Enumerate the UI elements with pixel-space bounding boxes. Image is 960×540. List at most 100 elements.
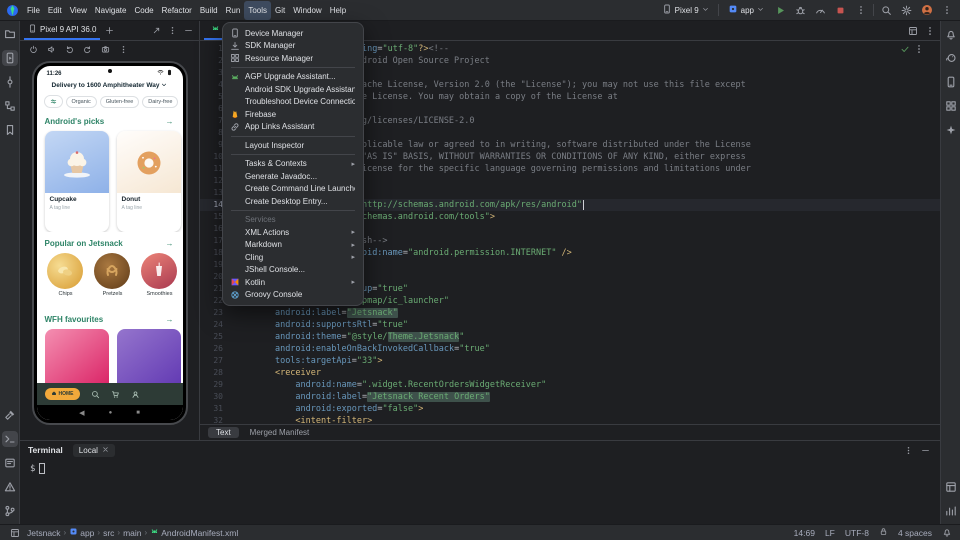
folder-icon[interactable] [2, 26, 18, 42]
close-terminal-tab-icon[interactable] [102, 446, 109, 455]
tools-menu-item-firebase[interactable]: Firebase [223, 108, 363, 121]
app-insights-icon[interactable] [943, 503, 959, 519]
code-line-27[interactable]: 27 tools:targetApi="33"> [200, 355, 940, 367]
tools-menu-item-troubleshoot-device-connections[interactable]: Troubleshoot Device Connections [223, 96, 363, 109]
notifications-icon[interactable] [943, 26, 959, 42]
menu-run[interactable]: Run [222, 1, 245, 20]
nav-back-button[interactable]: ◀ [79, 409, 84, 417]
wfh-card-2[interactable] [117, 329, 181, 383]
line-number[interactable]: 27 [200, 355, 230, 367]
problems-icon[interactable] [2, 479, 18, 495]
inspections-widget[interactable] [900, 44, 924, 58]
search-everywhere-button[interactable] [879, 3, 894, 18]
menu-build[interactable]: Build [196, 1, 222, 20]
tools-menu-item-xml-actions[interactable]: XML Actions▸ [223, 226, 363, 239]
code-line-31[interactable]: 31 android:exported="false"> [200, 403, 940, 415]
phone-screen[interactable]: 11:26 Delivery to 1600 Amphitheater Way … [37, 66, 183, 420]
resource-manager-icon[interactable] [943, 98, 959, 114]
tools-menu-item-sdk-manager[interactable]: SDK Manager [223, 40, 363, 53]
tools-menu-item-tasks-contexts[interactable]: Tasks & Contexts▸ [223, 158, 363, 171]
code-line-26[interactable]: 26 android:enableOnBackInvokedCallback="… [200, 343, 940, 355]
tools-menu-item-resource-manager[interactable]: Resource Manager [223, 52, 363, 65]
nav-search-icon[interactable] [91, 390, 100, 399]
view-tab-merged-manifest[interactable]: Merged Manifest [242, 427, 318, 438]
menu-git[interactable]: Git [271, 1, 289, 20]
editor-options-button[interactable] [923, 24, 936, 37]
section-arrow-icon[interactable]: → [166, 117, 174, 126]
line-number[interactable]: 30 [200, 391, 230, 403]
code-line-29[interactable]: 29 android:name=".widget.RecentOrdersWid… [200, 379, 940, 391]
line-number[interactable]: 26 [200, 343, 230, 355]
terminal-options-button[interactable] [902, 444, 915, 457]
snack-card-donut[interactable]: DonutA tag line [117, 131, 181, 232]
code-line-32[interactable]: 32 <intent-filter> [200, 415, 940, 424]
delivery-address[interactable]: Delivery to 1600 Amphitheater Way [37, 78, 183, 93]
code-line-28[interactable]: 28 <receiver [200, 367, 940, 379]
run-button[interactable] [773, 3, 788, 18]
avatar[interactable] [919, 3, 934, 18]
line-number[interactable]: 29 [200, 379, 230, 391]
tools-menu-item-android-sdk-upgrade-assistant[interactable]: Android SDK Upgrade Assistant [223, 83, 363, 96]
profiler-button[interactable] [813, 3, 828, 18]
breadcrumb-app[interactable]: app [69, 527, 94, 538]
tools-menu-item-agp-upgrade-assistant[interactable]: AGP Upgrade Assistant... [223, 71, 363, 84]
line-number[interactable]: 32 [200, 415, 230, 424]
structure-icon[interactable] [2, 98, 18, 114]
tools-menu-item-layout-inspector[interactable]: Layout Inspector [223, 139, 363, 152]
terminal-tab-local[interactable]: Local [73, 444, 115, 457]
line-number[interactable]: 31 [200, 403, 230, 415]
panel-hide-button[interactable] [182, 24, 195, 37]
split-editor-button[interactable] [906, 24, 919, 37]
add-device-tab-button[interactable] [103, 24, 116, 37]
logcat-icon[interactable] [2, 455, 18, 471]
section-arrow-icon[interactable]: → [166, 239, 174, 248]
panel-options-button[interactable] [166, 24, 179, 37]
breadcrumb-main[interactable]: main [123, 528, 141, 538]
line-number[interactable]: 24 [200, 319, 230, 331]
filter-chip-dairy-free[interactable]: Dairy-free [142, 96, 178, 108]
nav-home-button[interactable]: ● [109, 410, 113, 416]
settings-button[interactable] [899, 3, 914, 18]
rotate-right-button[interactable] [81, 43, 94, 56]
snack-circle-smoothies[interactable]: Smoothies [141, 253, 179, 308]
notifications-icon[interactable] [942, 527, 952, 539]
nav-profile-icon[interactable] [131, 390, 140, 399]
filter-chip-organic[interactable]: Organic [66, 96, 97, 108]
menu-navigate[interactable]: Navigate [91, 1, 131, 20]
snack-circle-chips[interactable]: Chips [47, 253, 85, 308]
build-icon[interactable] [2, 407, 18, 423]
power-button[interactable] [27, 43, 40, 56]
menu-code[interactable]: Code [130, 1, 157, 20]
stop-button[interactable] [833, 3, 848, 18]
breadcrumb-jetsnack[interactable]: Jetsnack [27, 528, 61, 538]
code-line-30[interactable]: 30 android:label="Jetsnack Recent Orders… [200, 391, 940, 403]
filter-icon-chip[interactable] [44, 95, 63, 108]
filter-chip-gluten-free[interactable]: Gluten-free [100, 96, 140, 108]
tools-menu-item-jshell-console[interactable]: JShell Console... [223, 264, 363, 277]
line-number[interactable]: 25 [200, 331, 230, 343]
tools-menu-item-device-manager[interactable]: Device Manager [223, 27, 363, 40]
more-run-actions-button[interactable] [853, 3, 868, 18]
line-number[interactable]: 23 [200, 307, 230, 319]
terminal-icon[interactable] [2, 431, 18, 447]
code-line-23[interactable]: 23 android:label="Jetsnack" [200, 307, 940, 319]
rotate-left-button[interactable] [63, 43, 76, 56]
layout-icon[interactable] [943, 479, 959, 495]
code-line-25[interactable]: 25 android:theme="@style/Theme.Jetsnack" [200, 331, 940, 343]
tools-menu-item-app-links-assistant[interactable]: App Links Assistant [223, 121, 363, 134]
nav-recents-button[interactable]: ■ [136, 410, 140, 416]
snack-circle-pretzels[interactable]: Pretzels [94, 253, 132, 308]
menu-help[interactable]: Help [326, 1, 350, 20]
run-configuration-selector[interactable]: app [724, 3, 768, 17]
menu-edit[interactable]: Edit [44, 1, 66, 20]
menu-tools[interactable]: Tools [244, 1, 271, 20]
snack-card-cupcake[interactable]: CupcakeA tag line [45, 131, 109, 232]
code-line-24[interactable]: 24 android:supportsRtl="true" [200, 319, 940, 331]
tools-menu-item-cling[interactable]: Cling▸ [223, 251, 363, 264]
terminal-hide-button[interactable] [919, 444, 932, 457]
device-selector[interactable]: Pixel 9 [658, 3, 713, 17]
gradle-icon[interactable] [943, 50, 959, 66]
menu-file[interactable]: File [23, 1, 44, 20]
device-manager-icon[interactable] [943, 74, 959, 90]
camera-button[interactable] [99, 43, 112, 56]
